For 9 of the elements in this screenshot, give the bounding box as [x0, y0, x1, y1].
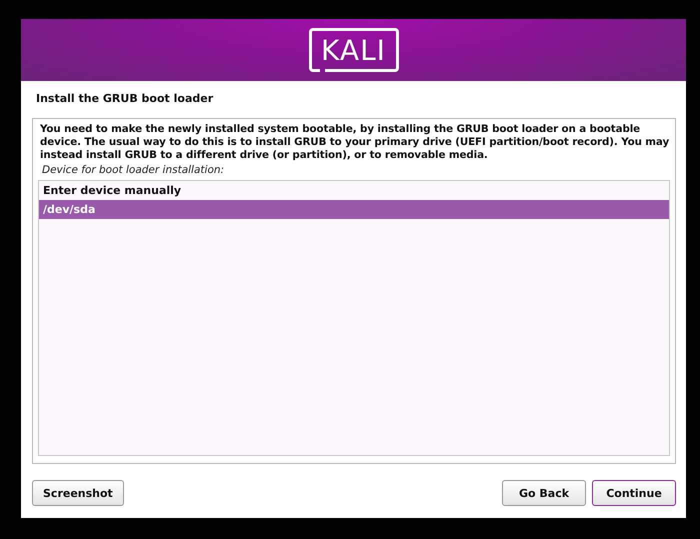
prompt-label: Device for boot loader installation:: [42, 164, 226, 176]
logo: KALI: [308, 28, 398, 72]
back-button[interactable]: Go Back: [502, 480, 586, 506]
description-text: You need to make the newly installed system bootable, by installing the GRUB boot loader on a bootable device. The usual way to do this is to install GRUB to your primary drive (UEFI partition/boot record). You may instead install GRUB to a different drive (or partition), or to removable media.: [40, 123, 670, 162]
page-title: Install the GRUB boot loader: [36, 92, 214, 106]
continue-button[interactable]: Continue: [592, 480, 676, 506]
list-item[interactable]: Enter device manually: [39, 181, 669, 200]
screenshot-button[interactable]: Screenshot: [32, 480, 124, 506]
list-item[interactable]: /dev/sda: [39, 200, 669, 219]
